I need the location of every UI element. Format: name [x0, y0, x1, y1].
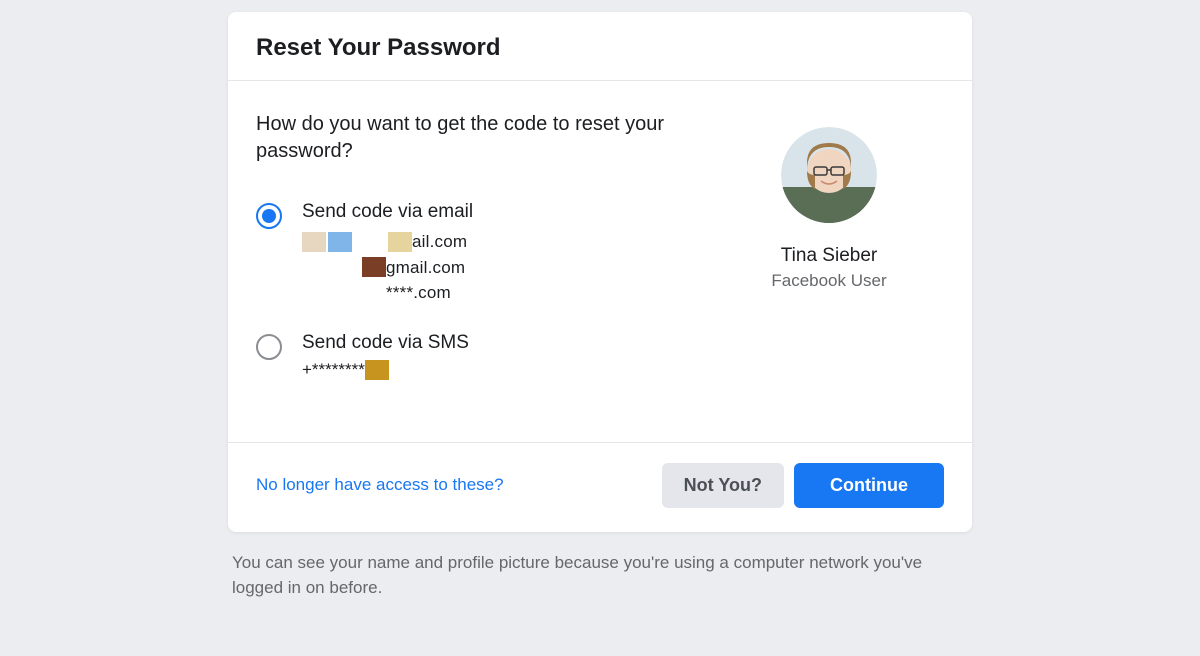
- reset-password-card: Reset Your Password How do you want to g…: [228, 12, 972, 532]
- footer-buttons: Not You? Continue: [662, 463, 944, 508]
- page-title: Reset Your Password: [256, 34, 944, 62]
- option-email[interactable]: Send code via email ail.com gmail.com: [256, 201, 714, 306]
- no-access-link[interactable]: No longer have access to these?: [256, 475, 504, 495]
- prompt-text: How do you want to get the code to reset…: [256, 111, 714, 165]
- email-2-suffix: gmail.com: [386, 255, 465, 281]
- radio-email[interactable]: [256, 203, 282, 229]
- card-body: How do you want to get the code to reset…: [228, 81, 972, 443]
- phone-prefix: +********: [302, 360, 365, 380]
- option-email-label: Send code via email: [302, 201, 714, 223]
- redacted-block: [362, 257, 386, 277]
- user-role: Facebook User: [771, 271, 886, 291]
- redacted-block: [365, 360, 389, 380]
- email-address-2: gmail.com: [302, 255, 714, 281]
- avatar: [781, 127, 877, 223]
- email-3-suffix: ****.com: [386, 280, 451, 306]
- option-email-content: Send code via email ail.com gmail.com: [302, 201, 714, 306]
- redacted-block: [388, 232, 412, 252]
- options-column: How do you want to get the code to reset…: [256, 111, 714, 406]
- card-footer: No longer have access to these? Not You?…: [228, 443, 972, 532]
- user-name: Tina Sieber: [781, 245, 877, 267]
- email-1-suffix: ail.com: [412, 229, 467, 255]
- redacted-block: [328, 232, 352, 252]
- sms-phone: +********: [302, 360, 714, 380]
- redacted-block: [302, 232, 326, 252]
- card-header: Reset Your Password: [228, 12, 972, 81]
- email-address-1: ail.com: [302, 229, 714, 255]
- email-address-3: ****.com: [302, 280, 714, 306]
- radio-sms[interactable]: [256, 334, 282, 360]
- option-sms-label: Send code via SMS: [302, 332, 714, 354]
- continue-button[interactable]: Continue: [794, 463, 944, 508]
- disclaimer: You can see your name and profile pictur…: [228, 550, 972, 601]
- not-you-button[interactable]: Not You?: [662, 463, 784, 508]
- option-sms[interactable]: Send code via SMS +********: [256, 332, 714, 380]
- option-sms-content: Send code via SMS +********: [302, 332, 714, 380]
- user-column: Tina Sieber Facebook User: [714, 111, 944, 406]
